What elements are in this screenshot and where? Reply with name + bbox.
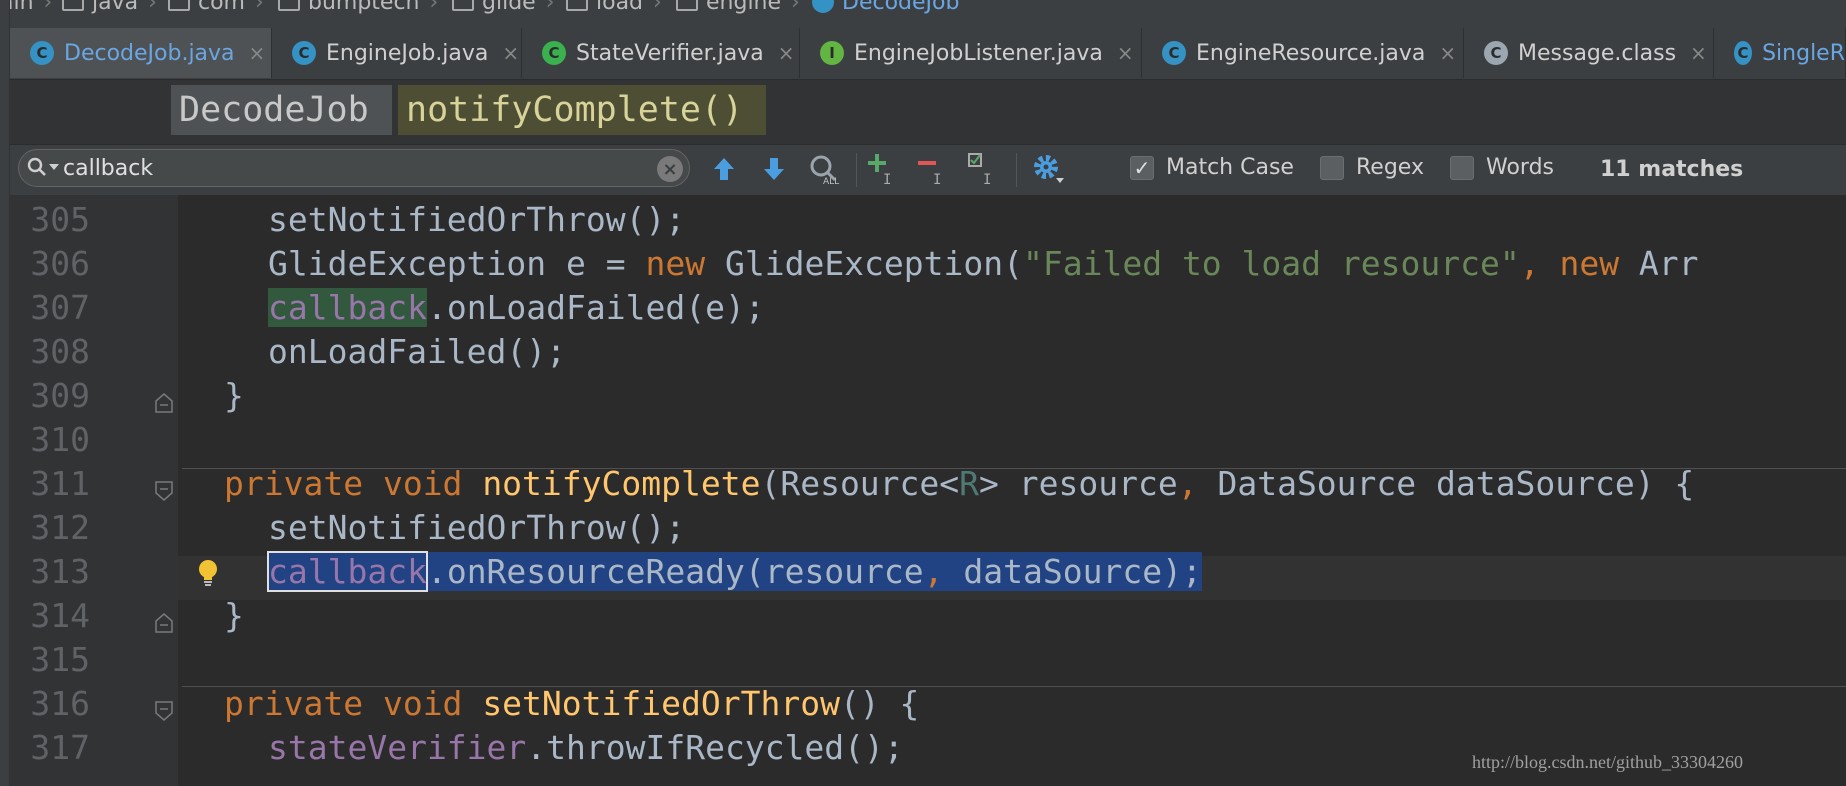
close-icon[interactable]: × xyxy=(1439,41,1456,65)
line-number: 309 xyxy=(30,376,90,415)
settings-gear-icon[interactable] xyxy=(1030,151,1066,187)
tab-singler[interactable]: C SingleR xyxy=(1714,28,1846,78)
svg-text:I: I xyxy=(933,172,941,186)
line-number: 306 xyxy=(30,244,90,283)
fold-start-icon[interactable] xyxy=(155,481,173,501)
svg-text:I: I xyxy=(883,172,891,186)
watermark: http://blog.csdn.net/github_33304260 xyxy=(1472,752,1743,772)
code-line-313: callback.onResourceReady(resource, dataS… xyxy=(267,551,1202,592)
class-icon: C xyxy=(542,41,566,65)
code-editor[interactable]: 305 306 307 308 309 310 311 312 313 314 … xyxy=(10,195,1846,786)
breadcrumb-item-decodejob[interactable]: DecodeJob xyxy=(812,0,959,16)
line-number: 314 xyxy=(30,596,90,635)
code-line-309: } xyxy=(224,376,244,415)
exclude-occurrence-icon[interactable]: I xyxy=(966,151,1002,187)
find-toolbar: × ALL I I I ✓ Match Case Regex Words xyxy=(0,144,1846,196)
code-line-314: } xyxy=(224,596,244,635)
close-icon[interactable]: × xyxy=(249,41,266,65)
code-line-307: callback.onLoadFailed(e); xyxy=(268,288,765,327)
close-icon[interactable]: × xyxy=(1117,41,1134,65)
interface-icon: I xyxy=(820,41,844,65)
breadcrumb-item-glide[interactable]: glide › xyxy=(452,0,555,16)
code-line-316: private void setNotifiedOrThrow() { xyxy=(224,684,920,723)
line-number: 308 xyxy=(30,332,90,371)
code-line-317: stateVerifier.throwIfRecycled(); xyxy=(268,728,904,767)
svg-text:I: I xyxy=(983,172,991,186)
tab-decodejob-java[interactable]: C DecodeJob.java × xyxy=(10,28,272,78)
breadcrumb-item-bumptech[interactable]: bumptech › xyxy=(278,0,438,16)
match-case-checkbox[interactable]: ✓ Match Case xyxy=(1130,155,1294,180)
breadcrumb-item-com[interactable]: com › xyxy=(168,0,264,16)
svg-text:ALL: ALL xyxy=(823,177,839,186)
current-search-match: callback xyxy=(267,551,428,592)
checkmark-icon: ✓ xyxy=(1130,155,1154,180)
line-number: 312 xyxy=(30,508,90,547)
next-occurrence-icon[interactable] xyxy=(756,151,792,187)
select-all-occurrences-icon[interactable]: ALL xyxy=(806,151,842,187)
close-icon[interactable]: × xyxy=(778,41,795,65)
line-number: 313 xyxy=(30,552,90,591)
tab-stateverifier-java[interactable]: C StateVerifier.java × xyxy=(522,28,800,78)
words-checkbox[interactable]: Words xyxy=(1450,155,1554,180)
line-number: 315 xyxy=(30,640,90,679)
class-icon: C xyxy=(1734,41,1753,65)
history-dropdown-icon[interactable] xyxy=(49,164,59,172)
search-match-highlight: callback xyxy=(268,288,427,327)
code-line-312: setNotifiedOrThrow(); xyxy=(268,508,686,547)
class-icon: C xyxy=(292,41,316,65)
previous-occurrence-icon[interactable] xyxy=(706,151,742,187)
folder-icon xyxy=(168,0,190,11)
add-occurrence-icon[interactable]: I xyxy=(866,151,902,187)
lightbulb-icon[interactable] xyxy=(196,558,220,588)
line-number: 310 xyxy=(30,420,90,459)
match-count: 11 matches xyxy=(1600,157,1744,182)
search-field[interactable]: × xyxy=(18,149,690,187)
code-line-306: GlideException e = new GlideException("F… xyxy=(268,244,1699,283)
nav-method-crumb[interactable]: notifyComplete() xyxy=(398,85,766,135)
line-number: 305 xyxy=(30,200,90,239)
close-icon[interactable]: × xyxy=(502,41,519,65)
fold-end-icon[interactable] xyxy=(155,393,173,413)
code-line-311: private void notifyComplete(Resource<R> … xyxy=(224,464,1695,503)
folder-icon xyxy=(278,0,300,11)
class-icon xyxy=(812,0,834,13)
tab-enginejob-java[interactable]: C EngineJob.java × xyxy=(272,28,522,78)
fold-start-icon[interactable] xyxy=(155,701,173,721)
tool-window-strip xyxy=(0,0,10,786)
line-number: 317 xyxy=(30,728,90,767)
regex-checkbox[interactable]: Regex xyxy=(1320,155,1424,180)
code-line-308: onLoadFailed(); xyxy=(268,332,567,371)
folder-icon xyxy=(676,0,698,11)
breadcrumb-item-java[interactable]: java › xyxy=(62,0,157,16)
class-icon: C xyxy=(30,41,54,65)
tab-message-class[interactable]: C Message.class × xyxy=(1464,28,1714,78)
fold-end-icon[interactable] xyxy=(155,613,173,633)
code-line-305: setNotifiedOrThrow(); xyxy=(268,200,686,239)
close-icon[interactable]: × xyxy=(1690,41,1707,65)
breadcrumb-item-load[interactable]: load › xyxy=(566,0,662,16)
editor-tab-bar: C DecodeJob.java × C EngineJob.java × C … xyxy=(0,16,1846,80)
compiled-class-icon: C xyxy=(1484,41,1508,65)
folder-icon xyxy=(452,0,474,11)
line-number: 307 xyxy=(30,288,90,327)
structure-breadcrumb-bar: DecodeJob notifyComplete() xyxy=(0,80,1846,144)
breadcrumb-item-engine[interactable]: engine › xyxy=(676,0,800,16)
line-number: 311 xyxy=(30,464,90,503)
line-number: 316 xyxy=(30,684,90,723)
class-icon: C xyxy=(1162,41,1186,65)
clear-search-icon[interactable]: × xyxy=(657,156,683,182)
remove-occurrence-icon[interactable]: I xyxy=(916,151,952,187)
tab-enginejoblistener-java[interactable]: I EngineJobListener.java × xyxy=(800,28,1142,78)
folder-icon xyxy=(62,0,84,11)
search-input[interactable] xyxy=(63,153,633,183)
search-icon[interactable] xyxy=(27,156,49,178)
folder-icon xyxy=(566,0,588,11)
tab-engineresource-java[interactable]: C EngineResource.java × xyxy=(1142,28,1464,78)
nav-class-crumb[interactable]: DecodeJob xyxy=(171,85,392,135)
breadcrumb: ain › java › com › bumptech › glide › load › e… xyxy=(0,0,1846,16)
